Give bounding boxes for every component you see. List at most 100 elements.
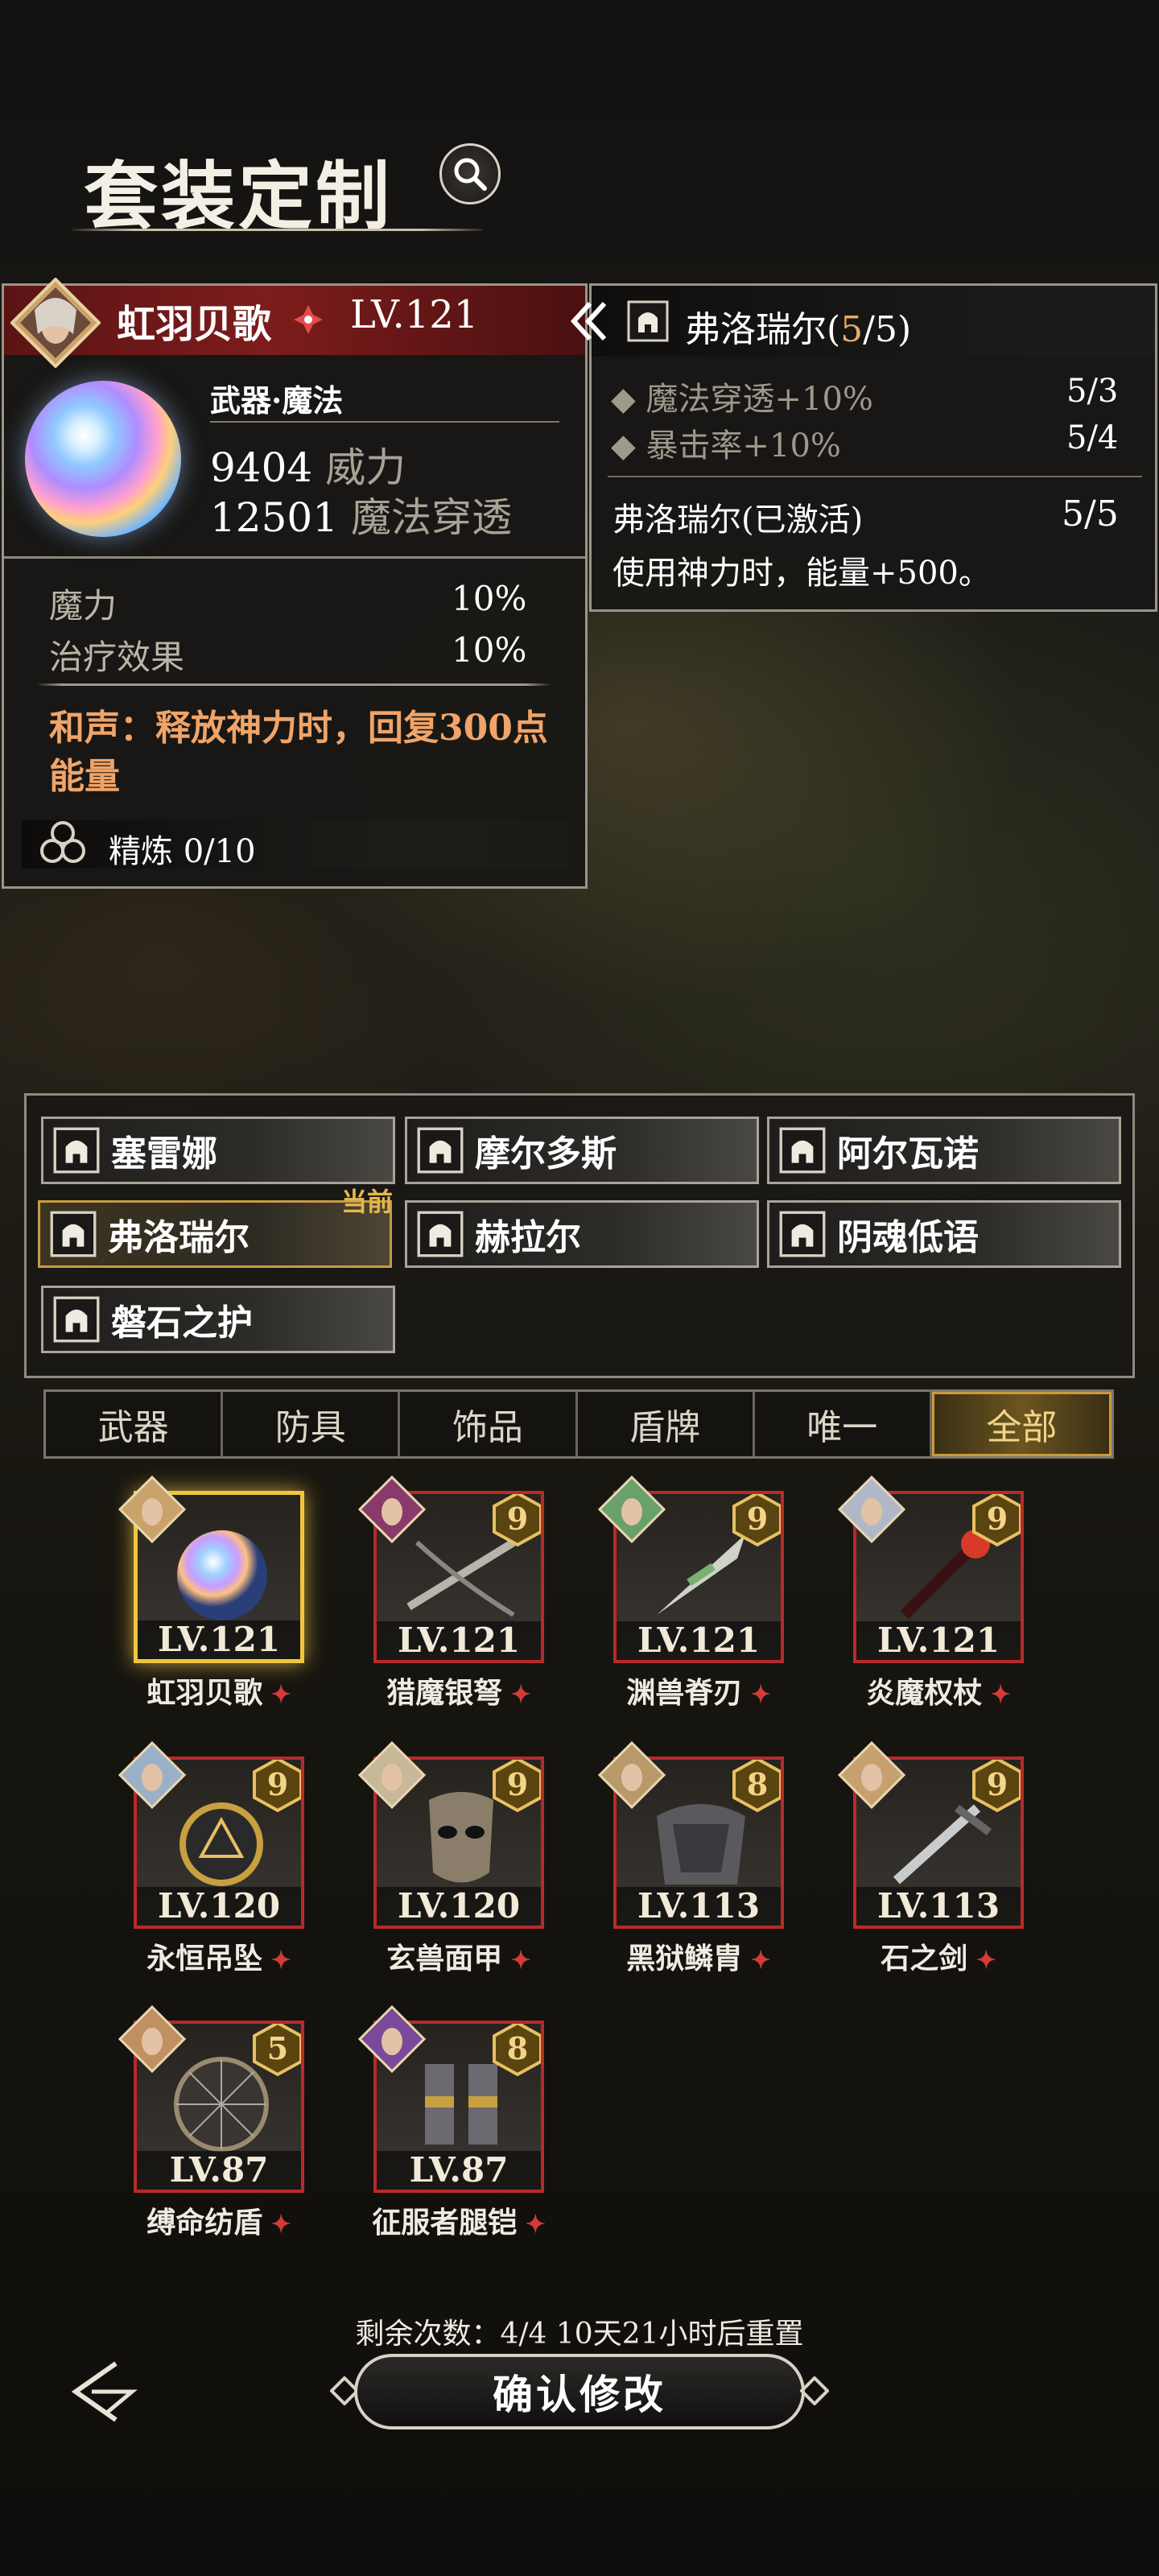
- equipment-name-text: 虹羽贝歌: [146, 1676, 263, 1710]
- back-icon[interactable]: [60, 2355, 148, 2428]
- svg-text:9: 9: [987, 1766, 1008, 1802]
- equipment-slot[interactable]: 9 LV.121 猎魔银弩 ✦: [357, 1475, 544, 1710]
- equipment-name: 征服者腿铠 ✦: [341, 2199, 576, 2241]
- equipment-slot[interactable]: 9 LV.120 玄兽面甲 ✦: [357, 1740, 544, 1975]
- current-badge: 当前: [340, 1187, 393, 1217]
- equipment-name: 玄兽面甲 ✦: [341, 1935, 576, 1977]
- equipment-slot[interactable]: 8 LV.87 征服者腿铠 ✦: [357, 2004, 546, 2240]
- set-bonus-line: ◆ 魔法穿透+10%: [611, 381, 873, 418]
- set-selection-grid: 塞雷娜 摩尔多斯 阿尔瓦诺 弗洛瑞尔 当前 赫拉尔 阴魂低语 磐石之护: [24, 1093, 1135, 1378]
- set-option-shadow-whisper[interactable]: 阴魂低语: [767, 1200, 1121, 1268]
- sub-stat-name: 治疗效果: [49, 638, 185, 677]
- set-active-name: 弗洛瑞尔(已激活): [612, 502, 864, 539]
- item-image: [25, 381, 181, 537]
- svg-text:9: 9: [987, 1501, 1008, 1537]
- hero-portrait-icon: [118, 1475, 187, 1544]
- equipment-level: LV.121: [377, 1621, 541, 1660]
- svg-text:9: 9: [507, 1766, 528, 1802]
- divider: [210, 421, 559, 423]
- star-grade-icon: 8: [732, 1760, 781, 1813]
- divider: [36, 683, 551, 686]
- helmet-icon: [53, 1127, 100, 1174]
- emblem-icon: ✦: [262, 2211, 291, 2239]
- sub-stat-name: 魔力: [49, 586, 118, 625]
- helmet-icon: [779, 1127, 826, 1174]
- tab-armor[interactable]: 防具: [223, 1392, 401, 1456]
- equipment-name-text: 玄兽面甲: [386, 1942, 503, 1975]
- star-grade-icon: 9: [972, 1494, 1021, 1547]
- divider: [608, 476, 1142, 477]
- star-grade-icon: 9: [253, 1760, 301, 1813]
- hero-portrait-icon: [597, 1475, 666, 1544]
- svg-text:9: 9: [747, 1501, 768, 1537]
- set-option-label: 赫拉尔: [475, 1217, 581, 1258]
- set-option-rock-guard[interactable]: 磐石之护: [41, 1286, 395, 1353]
- title-underline: [72, 229, 483, 231]
- equipment-slot[interactable]: LV.121 虹羽贝歌 ✦: [118, 1475, 304, 1710]
- star-grade-icon: 8: [493, 2024, 541, 2077]
- item-detail-panel: 虹羽贝歌 LV.121 武器·魔法 9404 威力 12501 魔法穿透 魔力 …: [2, 278, 588, 889]
- refine-icon: [40, 821, 85, 863]
- equipment-level: LV.113: [617, 1887, 781, 1926]
- set-option-alvano[interactable]: 阿尔瓦诺: [767, 1117, 1121, 1184]
- set-option-label: 磐石之护: [111, 1302, 253, 1344]
- emblem-icon: ✦: [982, 1681, 1011, 1709]
- hero-portrait-icon: [118, 1740, 187, 1810]
- hero-portrait-icon: [597, 1740, 666, 1810]
- emblem-icon: ✦: [262, 1681, 291, 1709]
- confirm-button[interactable]: 确认修改: [354, 2354, 805, 2429]
- emblem-icon: ✦: [517, 2211, 546, 2239]
- equipment-name-text: 黑狱鳞胄: [626, 1942, 743, 1975]
- hero-portrait-icon: [837, 1740, 906, 1810]
- tab-weapon[interactable]: 武器: [46, 1392, 224, 1456]
- tab-unique[interactable]: 唯一: [755, 1392, 932, 1456]
- equipment-level: LV.87: [137, 2151, 301, 2190]
- equipment-slot[interactable]: 9 LV.113 石之剑 ✦: [837, 1740, 1024, 1975]
- set-bonus-title: 弗洛瑞尔(5/5): [685, 300, 911, 352]
- search-button[interactable]: [439, 143, 501, 204]
- equipment-slot[interactable]: 9 LV.121 渊兽脊刃 ✦: [597, 1475, 784, 1710]
- tab-accessory[interactable]: 饰品: [400, 1392, 578, 1456]
- set-option-mordos[interactable]: 摩尔多斯: [405, 1117, 759, 1184]
- set-bonus-line: ◆ 暴击率+10%: [611, 427, 841, 464]
- equipment-name: 黑狱鳞胄 ✦: [581, 1935, 816, 1977]
- star-grade-icon: 5: [253, 2024, 301, 2077]
- equipment-slot[interactable]: 9 LV.121 炎魔权杖 ✦: [837, 1475, 1024, 1710]
- set-bonus-panel: 弗洛瑞尔(5/5) ◆ 魔法穿透+10% 5/3 ◆ 暴击率+10% 5/4 弗…: [570, 283, 1157, 612]
- equipment-slot[interactable]: 8 LV.113 黑狱鳞胄 ✦: [597, 1740, 784, 1975]
- chevron-left-icon[interactable]: [563, 297, 611, 345]
- svg-text:5: 5: [267, 2030, 288, 2066]
- star-grade-icon: 9: [493, 1494, 541, 1547]
- helmet-icon: [779, 1211, 826, 1257]
- refine-bar: [22, 820, 569, 869]
- equipment-name: 缚命纺盾 ✦: [101, 2199, 336, 2241]
- svg-text:9: 9: [267, 1766, 288, 1802]
- main-stat-label: 魔法穿透: [350, 494, 512, 541]
- equipment-name: 渊兽脊刃 ✦: [581, 1670, 816, 1711]
- equipment-slot[interactable]: 9 LV.120 永恒吊坠 ✦: [118, 1740, 304, 1975]
- hero-portrait-icon: [118, 2004, 187, 2074]
- set-option-serena[interactable]: 塞雷娜: [41, 1117, 395, 1184]
- equipment-name-text: 渊兽脊刃: [626, 1676, 743, 1710]
- equipment-slot[interactable]: 5 LV.87 缚命纺盾 ✦: [118, 2004, 304, 2240]
- helmet-icon: [417, 1211, 464, 1257]
- equipment-level: LV.121: [617, 1621, 781, 1660]
- emblem-icon: [294, 305, 323, 334]
- item-level: LV.121: [350, 292, 479, 337]
- tab-shield[interactable]: 盾牌: [578, 1392, 755, 1456]
- set-option-label: 塞雷娜: [111, 1133, 217, 1174]
- set-option-heral[interactable]: 赫拉尔: [405, 1200, 759, 1268]
- set-count: 5: [840, 309, 864, 350]
- equipment-level: LV.121: [138, 1620, 300, 1659]
- tab-all[interactable]: 全部: [931, 1392, 1112, 1456]
- set-bonus-progress: 5/4: [1066, 419, 1119, 456]
- helmet-icon: [627, 300, 669, 342]
- svg-text:9: 9: [507, 1501, 528, 1537]
- set-option-floriel[interactable]: 弗洛瑞尔 当前: [38, 1187, 393, 1268]
- set-bonus-progress: 5/3: [1066, 373, 1119, 410]
- set-name: 弗洛瑞尔(: [685, 309, 841, 350]
- emblem-icon: ✦: [502, 1681, 531, 1709]
- equipment-name-text: 猎魔银弩: [386, 1676, 503, 1710]
- diamond-ornament-icon: [800, 2376, 829, 2405]
- equipment-name: 炎魔权杖 ✦: [821, 1670, 1056, 1711]
